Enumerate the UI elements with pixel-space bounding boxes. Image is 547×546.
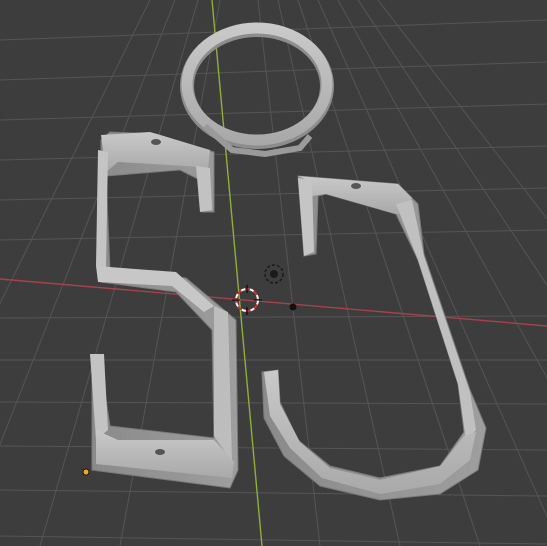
view-dot-icon[interactable]	[289, 303, 297, 311]
origin-icon[interactable]	[82, 468, 90, 476]
3d-viewport[interactable]	[0, 0, 547, 546]
ring-object[interactable]	[180, 22, 334, 158]
s-shaped-hook-object[interactable]	[90, 131, 239, 489]
x-axis-line	[0, 278, 547, 327]
light-object-icon[interactable]	[264, 264, 284, 284]
j-shaped-hook-object[interactable]	[261, 175, 487, 501]
viewport-canvas[interactable]	[0, 0, 547, 546]
